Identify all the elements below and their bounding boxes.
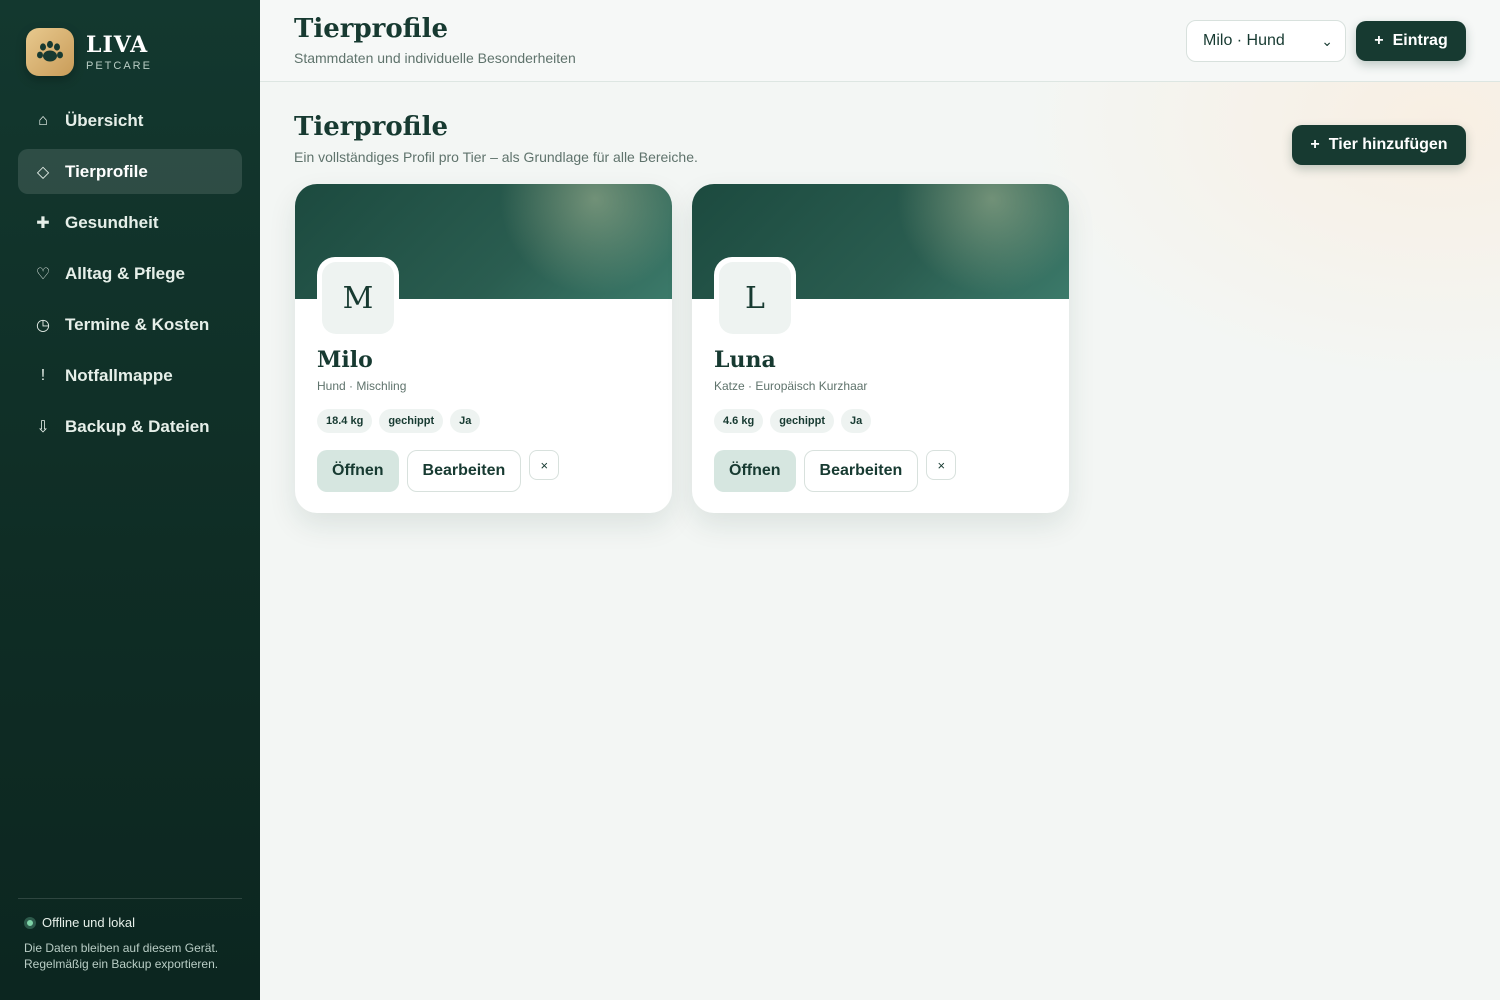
sidebar-footer: Offline und lokal Die Daten bleiben auf … bbox=[18, 898, 242, 972]
diamond-icon: ◇ bbox=[36, 163, 50, 181]
brand-subtitle: PETCARE bbox=[86, 60, 152, 72]
nav-item-label: Termine & Kosten bbox=[65, 314, 210, 334]
main-nav: ⌂ Übersicht ◇ Tierprofile ✚ Gesundheit ♡… bbox=[18, 98, 242, 455]
nav-item-gesundheit[interactable]: ✚ Gesundheit bbox=[18, 200, 242, 245]
nav-item-label: Alltag & Pflege bbox=[65, 263, 185, 283]
section-subtitle: Ein vollständiges Profil pro Tier – als … bbox=[294, 149, 698, 165]
status-chip: Ja bbox=[450, 409, 481, 433]
add-entry-button[interactable]: + Eintrag bbox=[1356, 21, 1466, 61]
card-actions: Öffnen Bearbeiten × bbox=[714, 450, 957, 492]
plus-icon: + bbox=[1374, 32, 1384, 49]
pet-card-luna: L Luna Katze · Europäisch Kurzhaar 4.6 k… bbox=[692, 184, 1069, 513]
brand-name: LIVA bbox=[86, 32, 149, 58]
status-dot-icon bbox=[24, 916, 36, 929]
pet-name: Luna bbox=[714, 347, 776, 373]
brand: LIVA PETCARE bbox=[26, 28, 152, 76]
avatar: L bbox=[714, 257, 796, 339]
close-icon[interactable]: × bbox=[529, 450, 560, 480]
pet-chips: 18.4 kg gechippt Ja bbox=[317, 409, 487, 433]
nav-item-label: Notfallmappe bbox=[65, 365, 173, 385]
open-button[interactable]: Öffnen bbox=[317, 450, 399, 492]
close-icon[interactable]: × bbox=[926, 450, 957, 480]
chipped-chip: gechippt bbox=[379, 409, 444, 433]
exclamation-icon: ! bbox=[40, 366, 46, 384]
nav-item-alltag-pflege[interactable]: ♡ Alltag & Pflege bbox=[18, 251, 242, 296]
nav-item-label: Übersicht bbox=[65, 110, 144, 130]
edit-button[interactable]: Bearbeiten bbox=[406, 450, 522, 492]
page-title: Tierprofile bbox=[294, 14, 449, 44]
avatar-initial: M bbox=[322, 262, 394, 334]
pet-breed: Hund · Mischling bbox=[317, 379, 407, 393]
nav-item-backup-dateien[interactable]: ⇩ Backup & Dateien bbox=[18, 404, 242, 449]
pet-card-milo: M Milo Hund · Mischling 18.4 kg gechippt… bbox=[295, 184, 672, 513]
avatar-initial: L bbox=[719, 262, 791, 334]
clock-icon: ◷ bbox=[36, 316, 50, 334]
pet-breed: Katze · Europäisch Kurzhaar bbox=[714, 379, 868, 393]
avatar: M bbox=[317, 257, 399, 339]
status-chip: Ja bbox=[841, 409, 872, 433]
card-actions: Öffnen Bearbeiten × bbox=[317, 450, 560, 492]
nav-item-notfallmappe[interactable]: ! Notfallmappe bbox=[18, 353, 242, 398]
pet-chips: 4.6 kg gechippt Ja bbox=[714, 409, 878, 433]
chipped-chip: gechippt bbox=[770, 409, 835, 433]
offline-status: Offline und lokal bbox=[24, 915, 242, 930]
sidebar: LIVA PETCARE ⌂ Übersicht ◇ Tierprofile ✚… bbox=[0, 0, 260, 1000]
main-content: Tierprofile Ein vollständiges Profil pro… bbox=[260, 82, 1500, 1000]
nav-item-label: Backup & Dateien bbox=[65, 416, 210, 436]
pet-name: Milo bbox=[317, 347, 373, 373]
footer-note: Die Daten bleiben auf diesem Gerät. Rege… bbox=[24, 941, 219, 971]
pet-select-value: Milo · Hund bbox=[1203, 32, 1285, 49]
chevron-down-icon: ⌄ bbox=[1321, 33, 1333, 49]
home-icon: ⌂ bbox=[38, 111, 48, 129]
add-pet-button[interactable]: + Tier hinzufügen bbox=[1292, 125, 1466, 165]
heart-icon: ♡ bbox=[35, 265, 51, 283]
pet-select[interactable]: Milo · Hund ⌄ bbox=[1186, 20, 1346, 62]
weight-chip: 18.4 kg bbox=[317, 409, 373, 433]
top-bar: Tierprofile Stammdaten und individuelle … bbox=[260, 0, 1500, 82]
page-subtitle: Stammdaten und individuelle Besonderheit… bbox=[294, 50, 576, 66]
plus-icon: + bbox=[1310, 136, 1320, 153]
nav-item-termine-kosten[interactable]: ◷ Termine & Kosten bbox=[18, 302, 242, 347]
add-pet-label: Tier hinzufügen bbox=[1328, 136, 1448, 153]
weight-chip: 4.6 kg bbox=[714, 409, 764, 433]
cross-icon: ✚ bbox=[36, 214, 50, 232]
status-text: Offline und lokal bbox=[42, 915, 135, 930]
paw-icon bbox=[26, 28, 74, 76]
nav-item-label: Tierprofile bbox=[65, 161, 148, 181]
nav-item-tierprofile[interactable]: ◇ Tierprofile bbox=[18, 149, 242, 194]
nav-item-label: Gesundheit bbox=[65, 212, 159, 232]
open-button[interactable]: Öffnen bbox=[714, 450, 796, 492]
edit-button[interactable]: Bearbeiten bbox=[803, 450, 919, 492]
section-title: Tierprofile bbox=[294, 112, 449, 142]
nav-item-uebersicht[interactable]: ⌂ Übersicht bbox=[18, 98, 242, 143]
download-icon: ⇩ bbox=[36, 418, 50, 436]
add-entry-label: Eintrag bbox=[1392, 32, 1448, 49]
